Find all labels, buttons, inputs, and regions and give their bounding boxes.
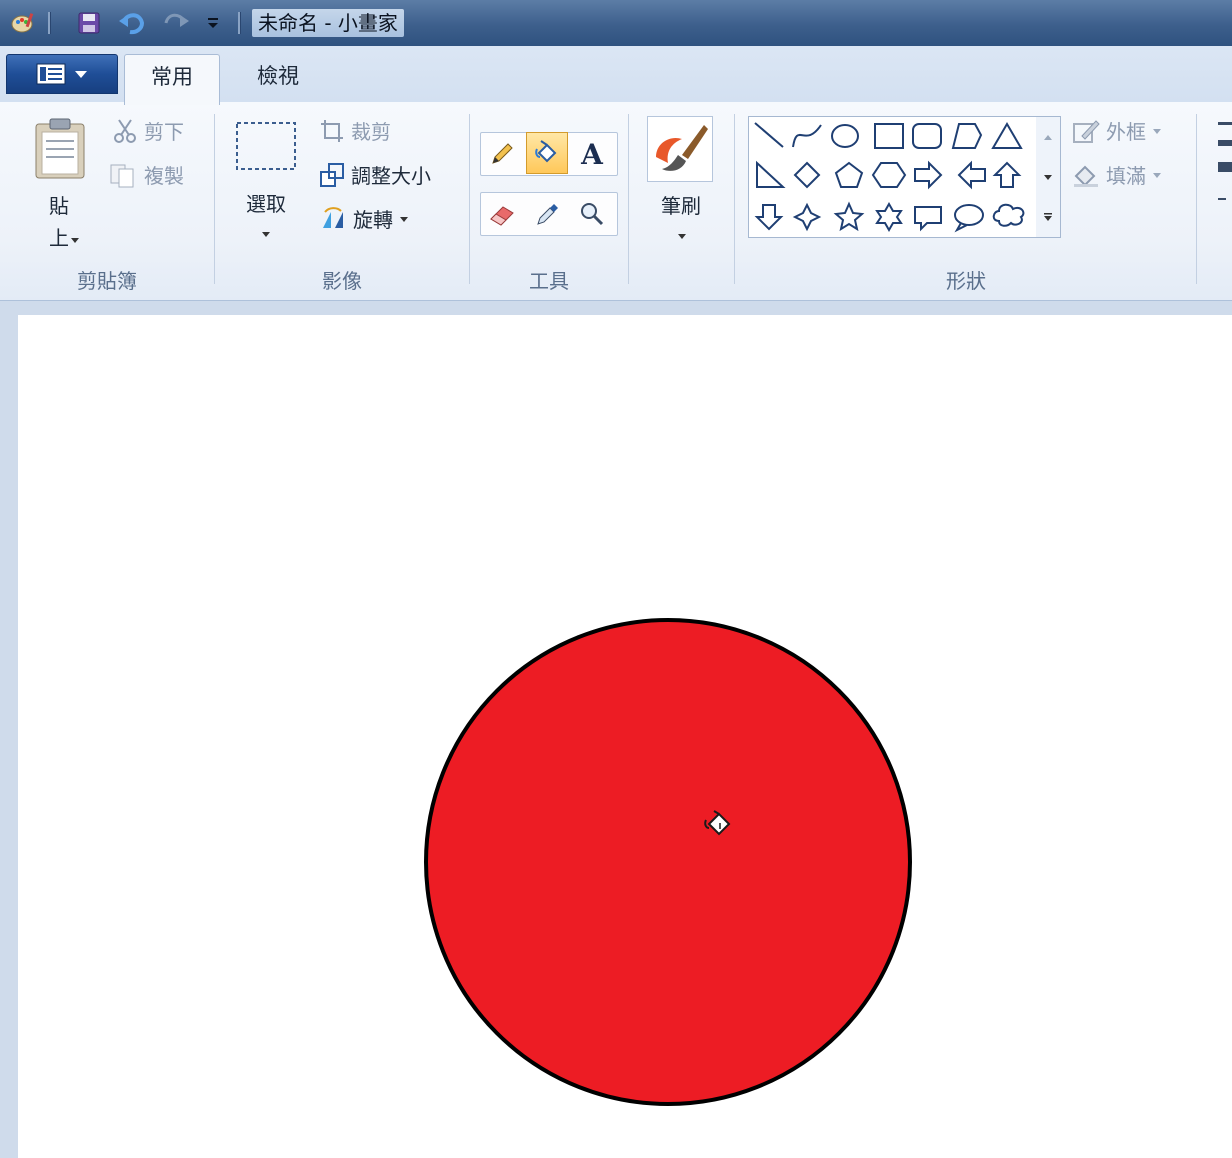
curve-shape[interactable] <box>792 124 822 148</box>
scroll-down-button[interactable] <box>1036 157 1060 197</box>
triangle-shape[interactable] <box>991 122 1023 149</box>
oval-callout-shape[interactable] <box>954 204 984 233</box>
chevron-down-icon <box>1044 175 1052 180</box>
window-title: 未命名 - 小畫家 <box>252 9 404 37</box>
fill-button[interactable]: 填滿 <box>1072 160 1162 189</box>
shapes-group-label: 形狀 <box>946 269 986 293</box>
paint-app-icon[interactable] <box>6 9 40 37</box>
five-point-star-shape[interactable] <box>833 201 865 232</box>
undo-icon[interactable] <box>114 9 150 37</box>
save-icon[interactable] <box>72 9 106 37</box>
title-bar: 未命名 - 小畫家 <box>0 0 1232 46</box>
scroll-up-button[interactable] <box>1036 117 1060 157</box>
redo-icon[interactable] <box>158 9 194 37</box>
chevron-up-icon <box>1044 135 1052 140</box>
shapes-gallery <box>748 116 1046 238</box>
canvas-drawing <box>424 618 912 1106</box>
four-point-star-shape[interactable] <box>792 202 822 232</box>
expand-icon <box>1044 213 1052 221</box>
chevron-down-icon <box>1153 172 1161 178</box>
left-arrow-shape[interactable] <box>957 160 986 190</box>
six-point-star-shape[interactable] <box>875 201 903 233</box>
oval-shape[interactable] <box>831 124 859 148</box>
red-circle-shape[interactable] <box>424 618 912 1106</box>
outline-button[interactable]: 外框 <box>1072 116 1162 145</box>
chevron-down-icon <box>1153 128 1161 134</box>
fill-bucket-icon <box>1074 165 1098 187</box>
up-arrow-shape[interactable] <box>992 161 1022 188</box>
ribbon-tab-row: 常用 檢視 <box>0 46 1232 105</box>
size-button-partial[interactable] <box>1216 118 1232 228</box>
line-size-icon <box>1218 122 1232 200</box>
pentagon-shape[interactable] <box>834 161 864 188</box>
line-shape[interactable] <box>754 122 784 148</box>
customize-quick-access-icon[interactable] <box>200 9 226 37</box>
fill-label: 填滿 <box>1106 164 1146 188</box>
polygon-shape[interactable] <box>951 123 983 149</box>
ribbon: 貼 上 剪下 複製 剪貼簿 選取 裁剪 調整大小 旋轉 影像 A 工具 筆刷 外… <box>0 102 1232 301</box>
right-triangle-shape[interactable] <box>756 160 786 188</box>
outline-label: 外框 <box>1106 120 1146 144</box>
tab-view[interactable]: 檢視 <box>232 54 324 102</box>
outline-pen-icon <box>1073 119 1100 143</box>
paint-menu-button[interactable] <box>6 54 118 94</box>
right-arrow-shape[interactable] <box>914 160 943 190</box>
rectangle-shape[interactable] <box>874 123 904 149</box>
menu-icon <box>36 63 66 85</box>
chevron-down-icon <box>75 71 87 78</box>
rounded-rectangle-callout-shape[interactable] <box>914 206 942 232</box>
rounded-rectangle-shape[interactable] <box>912 123 942 149</box>
cloud-callout-shape[interactable] <box>992 203 1025 227</box>
hexagon-shape[interactable] <box>871 162 907 188</box>
shapes-group: 外框 填滿 形狀 <box>0 102 1196 300</box>
canvas-area <box>0 301 1232 1158</box>
drawing-canvas[interactable] <box>18 315 1232 1158</box>
shapes-scrollbar <box>1036 116 1061 238</box>
tab-home[interactable]: 常用 <box>124 54 220 105</box>
diamond-shape[interactable] <box>793 161 821 189</box>
expand-gallery-button[interactable] <box>1036 197 1060 237</box>
shapes-grid <box>754 122 1025 233</box>
down-arrow-shape[interactable] <box>754 204 784 231</box>
